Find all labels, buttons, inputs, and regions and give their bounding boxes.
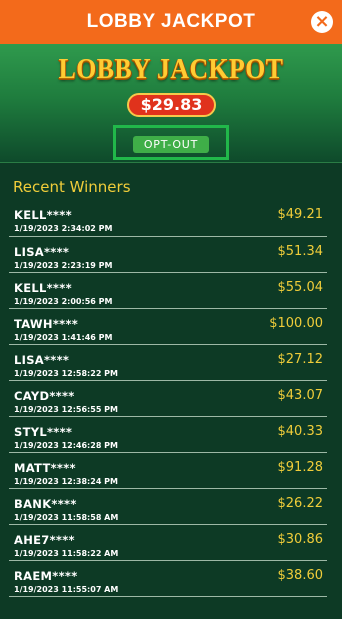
recent-winners-title: Recent Winners (13, 178, 131, 196)
winner-amount: $100.00 (269, 316, 323, 331)
winner-row: CAYD**** 1/19/2023 12:56:55 PM $43.07 (9, 381, 327, 417)
recent-winners-list: KELL**** 1/19/2023 2:34:02 PM $49.21 LISA**… (9, 200, 327, 597)
winner-name: KELL**** (14, 281, 72, 295)
winner-amount: $27.12 (277, 352, 324, 367)
winner-name: LISA**** (14, 245, 70, 259)
winner-name: KELL**** (14, 208, 72, 222)
winner-name: CAYD**** (14, 389, 75, 403)
winner-date: 1/19/2023 11:58:22 AM (14, 549, 119, 558)
winner-row: AHE7**** 1/19/2023 11:58:22 AM $30.86 (9, 525, 327, 561)
winner-row: BANK**** 1/19/2023 11:58:58 AM $26.22 (9, 489, 327, 525)
winner-row: LISA**** 1/19/2023 2:23:19 PM $51.34 (9, 237, 327, 273)
winner-amount: $40.33 (277, 424, 324, 439)
lobby-jackpot-modal: LOBBY JACKPOT × LOBBY JACKPOT $29.83 OPT… (0, 0, 342, 619)
modal-title: LOBBY JACKPOT (86, 11, 256, 32)
winner-amount: $51.34 (277, 244, 324, 259)
winner-row: MATT**** 1/19/2023 12:38:24 PM $91.28 (9, 453, 327, 489)
winner-amount: $43.07 (277, 388, 324, 403)
winner-name: STYL**** (14, 425, 73, 439)
winner-amount: $38.60 (277, 568, 324, 583)
jackpot-banner: LOBBY JACKPOT $29.83 OPT-OUT (0, 44, 342, 163)
opt-out-button[interactable]: OPT-OUT (133, 136, 209, 153)
winner-name: RAEM**** (14, 569, 78, 583)
winner-row: TAWH**** 1/19/2023 1:41:46 PM $100.00 (9, 309, 327, 345)
winner-name: LISA**** (14, 353, 70, 367)
close-icon[interactable]: × (311, 11, 333, 33)
optout-highlight: OPT-OUT (113, 125, 229, 160)
winner-row: LISA**** 1/19/2023 12:58:22 PM $27.12 (9, 345, 327, 381)
winner-date: 1/19/2023 1:41:46 PM (14, 333, 113, 342)
winner-name: TAWH**** (14, 317, 79, 331)
winner-amount: $91.28 (277, 460, 324, 475)
winner-date: 1/19/2023 12:56:55 PM (14, 405, 118, 414)
winner-amount: $30.86 (277, 532, 324, 547)
winner-row: STYL**** 1/19/2023 12:46:28 PM $40.33 (9, 417, 327, 453)
winner-row: KELL**** 1/19/2023 2:34:02 PM $49.21 (9, 200, 327, 237)
winner-amount: $49.21 (277, 207, 324, 222)
winner-name: MATT**** (14, 461, 76, 475)
winner-amount: $26.22 (277, 496, 324, 511)
winner-date: 1/19/2023 2:00:56 PM (14, 297, 113, 306)
winner-date: 1/19/2023 2:23:19 PM (14, 261, 113, 270)
winner-date: 1/19/2023 12:46:28 PM (14, 441, 118, 450)
winner-row: KELL**** 1/19/2023 2:00:56 PM $55.04 (9, 273, 327, 309)
jackpot-amount: $29.83 (127, 93, 216, 117)
winner-date: 1/19/2023 11:55:07 AM (14, 585, 119, 594)
modal-header: LOBBY JACKPOT × (0, 0, 342, 44)
winner-date: 1/19/2023 12:58:22 PM (14, 369, 118, 378)
winner-date: 1/19/2023 11:58:58 AM (14, 513, 119, 522)
winner-amount: $55.04 (277, 280, 324, 295)
winner-name: BANK**** (14, 497, 77, 511)
winner-row: RAEM**** 1/19/2023 11:55:07 AM $38.60 (9, 561, 327, 597)
winner-name: AHE7**** (14, 533, 75, 547)
winner-date: 1/19/2023 2:34:02 PM (14, 224, 113, 233)
winner-date: 1/19/2023 12:38:24 PM (14, 477, 118, 486)
jackpot-logo: LOBBY JACKPOT (58, 54, 284, 85)
